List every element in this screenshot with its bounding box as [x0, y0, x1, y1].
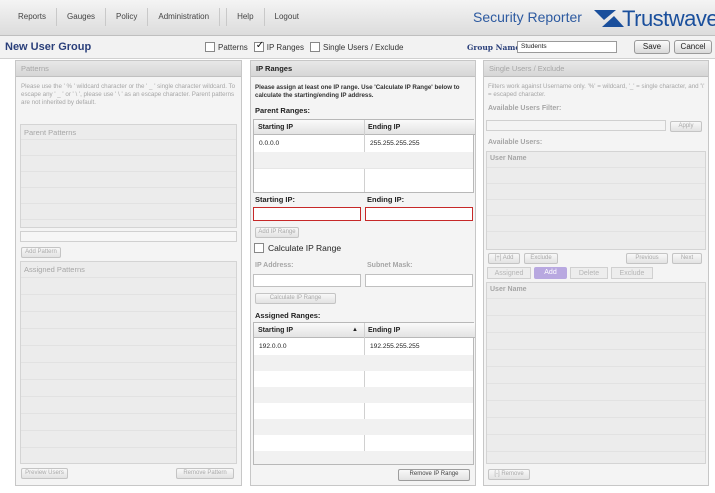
- single-users-panel: Single Users / Exclude Filters work agai…: [483, 60, 709, 486]
- tab-add[interactable]: Add: [534, 267, 567, 279]
- ip-address-input[interactable]: [253, 274, 361, 287]
- section-toggles: Patterns IP Ranges Single Users / Exclud…: [199, 40, 404, 52]
- starting-ip-input[interactable]: [253, 207, 361, 221]
- page-title: New User Group: [5, 41, 92, 53]
- tab-delete[interactable]: Delete: [570, 267, 608, 279]
- tab-exclude[interactable]: Exclude: [611, 267, 653, 279]
- group-name-input[interactable]: Students: [517, 41, 617, 53]
- ip-ranges-note: Please assign at least one IP range. Use…: [255, 84, 460, 99]
- parent-ranges-table: Starting IP Ending IP 0.0.0.0 255.255.25…: [253, 119, 475, 193]
- patterns-panel: Patterns Please use the ' % ' wildcard c…: [15, 60, 242, 486]
- single-users-checkbox[interactable]: [310, 42, 321, 52]
- assigned-col-ending-ip[interactable]: Ending IP: [364, 323, 475, 338]
- available-user-name-col: User Name: [490, 155, 527, 162]
- remove-user-button[interactable]: [-] Remove: [488, 469, 530, 480]
- page-title-bar: New User Group Patterns IP Ranges Single…: [0, 36, 715, 59]
- assigned-ranges-table: Starting IP ▲ Ending IP 192.0.0.0 192.25…: [253, 322, 475, 465]
- calculate-ip-range-checkbox[interactable]: [254, 243, 264, 253]
- starting-ip-label: Starting IP:: [255, 195, 296, 204]
- menu-logout[interactable]: Logout: [265, 8, 309, 26]
- menu-gauges[interactable]: Gauges: [57, 8, 107, 26]
- ip-address-label: IP Address:: [255, 262, 294, 269]
- brand-wordmark: Trustwave®: [622, 6, 715, 31]
- single-users-checkbox-label: Single Users / Exclude: [323, 42, 404, 52]
- assigned-patterns-title: Assigned Patterns: [24, 265, 85, 274]
- menu-administration[interactable]: Administration: [148, 8, 221, 26]
- assigned-row-end[interactable]: 192.255.255.255: [370, 343, 420, 350]
- trustwave-logo-icon: [594, 10, 624, 27]
- assigned-row-start[interactable]: 192.0.0.0: [259, 343, 287, 350]
- group-name-label: Group Name:: [467, 43, 523, 52]
- add-ip-range-button[interactable]: Add IP Range: [255, 227, 299, 238]
- previous-page-button[interactable]: Previous: [626, 253, 668, 264]
- calculate-ip-range-label: Calculate IP Range: [268, 243, 342, 253]
- remove-pattern-button[interactable]: Remove Pattern: [176, 468, 234, 479]
- single-users-note: Filters work against Username only. '%' …: [488, 83, 705, 98]
- ending-ip-label: Ending IP:: [367, 195, 405, 204]
- single-users-header: Single Users / Exclude: [484, 61, 708, 77]
- parent-ranges-title: Parent Ranges:: [255, 106, 311, 115]
- sort-ascending-icon: ▲: [352, 327, 358, 333]
- cancel-button[interactable]: Cancel: [674, 40, 712, 54]
- available-users-list: User Name: [486, 151, 706, 250]
- tab-assigned[interactable]: Assigned: [487, 267, 531, 279]
- remove-ip-range-button[interactable]: Remove IP Range: [398, 469, 470, 481]
- patterns-checkbox-label: Patterns: [218, 42, 248, 52]
- ip-ranges-header: IP Ranges: [251, 61, 475, 77]
- patterns-header: Patterns: [16, 61, 241, 77]
- save-button[interactable]: Save: [634, 40, 670, 54]
- subnet-mask-input[interactable]: [365, 274, 473, 287]
- menu-reports[interactable]: Reports: [8, 8, 58, 26]
- subnet-mask-label: Subnet Mask:: [367, 262, 413, 269]
- parent-patterns-list: Parent Patterns: [20, 124, 237, 228]
- patterns-checkbox[interactable]: [205, 42, 215, 52]
- assigned-patterns-list: Assigned Patterns: [20, 261, 237, 464]
- assigned-col-starting-ip[interactable]: Starting IP ▲: [254, 323, 364, 338]
- main-menu: Reports Gauges Policy Administration Hel…: [8, 8, 309, 26]
- assigned-ranges-title: Assigned Ranges:: [255, 311, 321, 320]
- parent-row-start: 0.0.0.0: [259, 140, 280, 147]
- available-users-label: Available Users:: [488, 139, 543, 146]
- parent-col-starting-ip: Starting IP: [254, 120, 364, 135]
- parent-patterns-title: Parent Patterns: [24, 128, 77, 137]
- pattern-input[interactable]: [20, 231, 237, 242]
- available-users-filter-label: Available Users Filter:: [488, 105, 562, 112]
- exclude-user-button[interactable]: Exclude: [524, 253, 558, 264]
- ending-ip-input[interactable]: [365, 207, 473, 221]
- assigned-users-list: User Name: [486, 282, 706, 464]
- add-user-button[interactable]: [+] Add: [488, 253, 520, 264]
- app-title: Security Reporter: [473, 9, 582, 25]
- menu-policy[interactable]: Policy: [106, 8, 149, 26]
- assigned-col-starting-ip-label: Starting IP: [258, 327, 294, 334]
- menu-help[interactable]: Help: [226, 8, 265, 26]
- apply-filter-button[interactable]: Apply: [670, 121, 702, 132]
- assignment-tabs: Assigned Add Delete Exclude: [487, 267, 653, 279]
- ip-ranges-checkbox[interactable]: [253, 40, 264, 52]
- patterns-note: Please use the ' % ' wildcard character …: [21, 83, 236, 106]
- ip-ranges-panel: IP Ranges Please assign at least one IP …: [250, 60, 476, 486]
- next-page-button[interactable]: Next: [672, 253, 702, 264]
- parent-row-end: 255.255.255.255: [370, 140, 420, 147]
- parent-col-ending-ip: Ending IP: [364, 120, 475, 135]
- calculate-ip-range-button[interactable]: Calculate IP Range: [255, 293, 336, 304]
- assigned-user-name-col: User Name: [490, 286, 527, 293]
- users-filter-input[interactable]: [486, 120, 666, 131]
- preview-users-button[interactable]: Preview Users: [21, 468, 68, 479]
- ip-ranges-checkbox-label: IP Ranges: [266, 42, 305, 52]
- top-nav-bar: Reports Gauges Policy Administration Hel…: [0, 0, 715, 36]
- add-pattern-button[interactable]: Add Pattern: [21, 247, 61, 258]
- trustwave-logo: Trustwave®: [584, 4, 715, 32]
